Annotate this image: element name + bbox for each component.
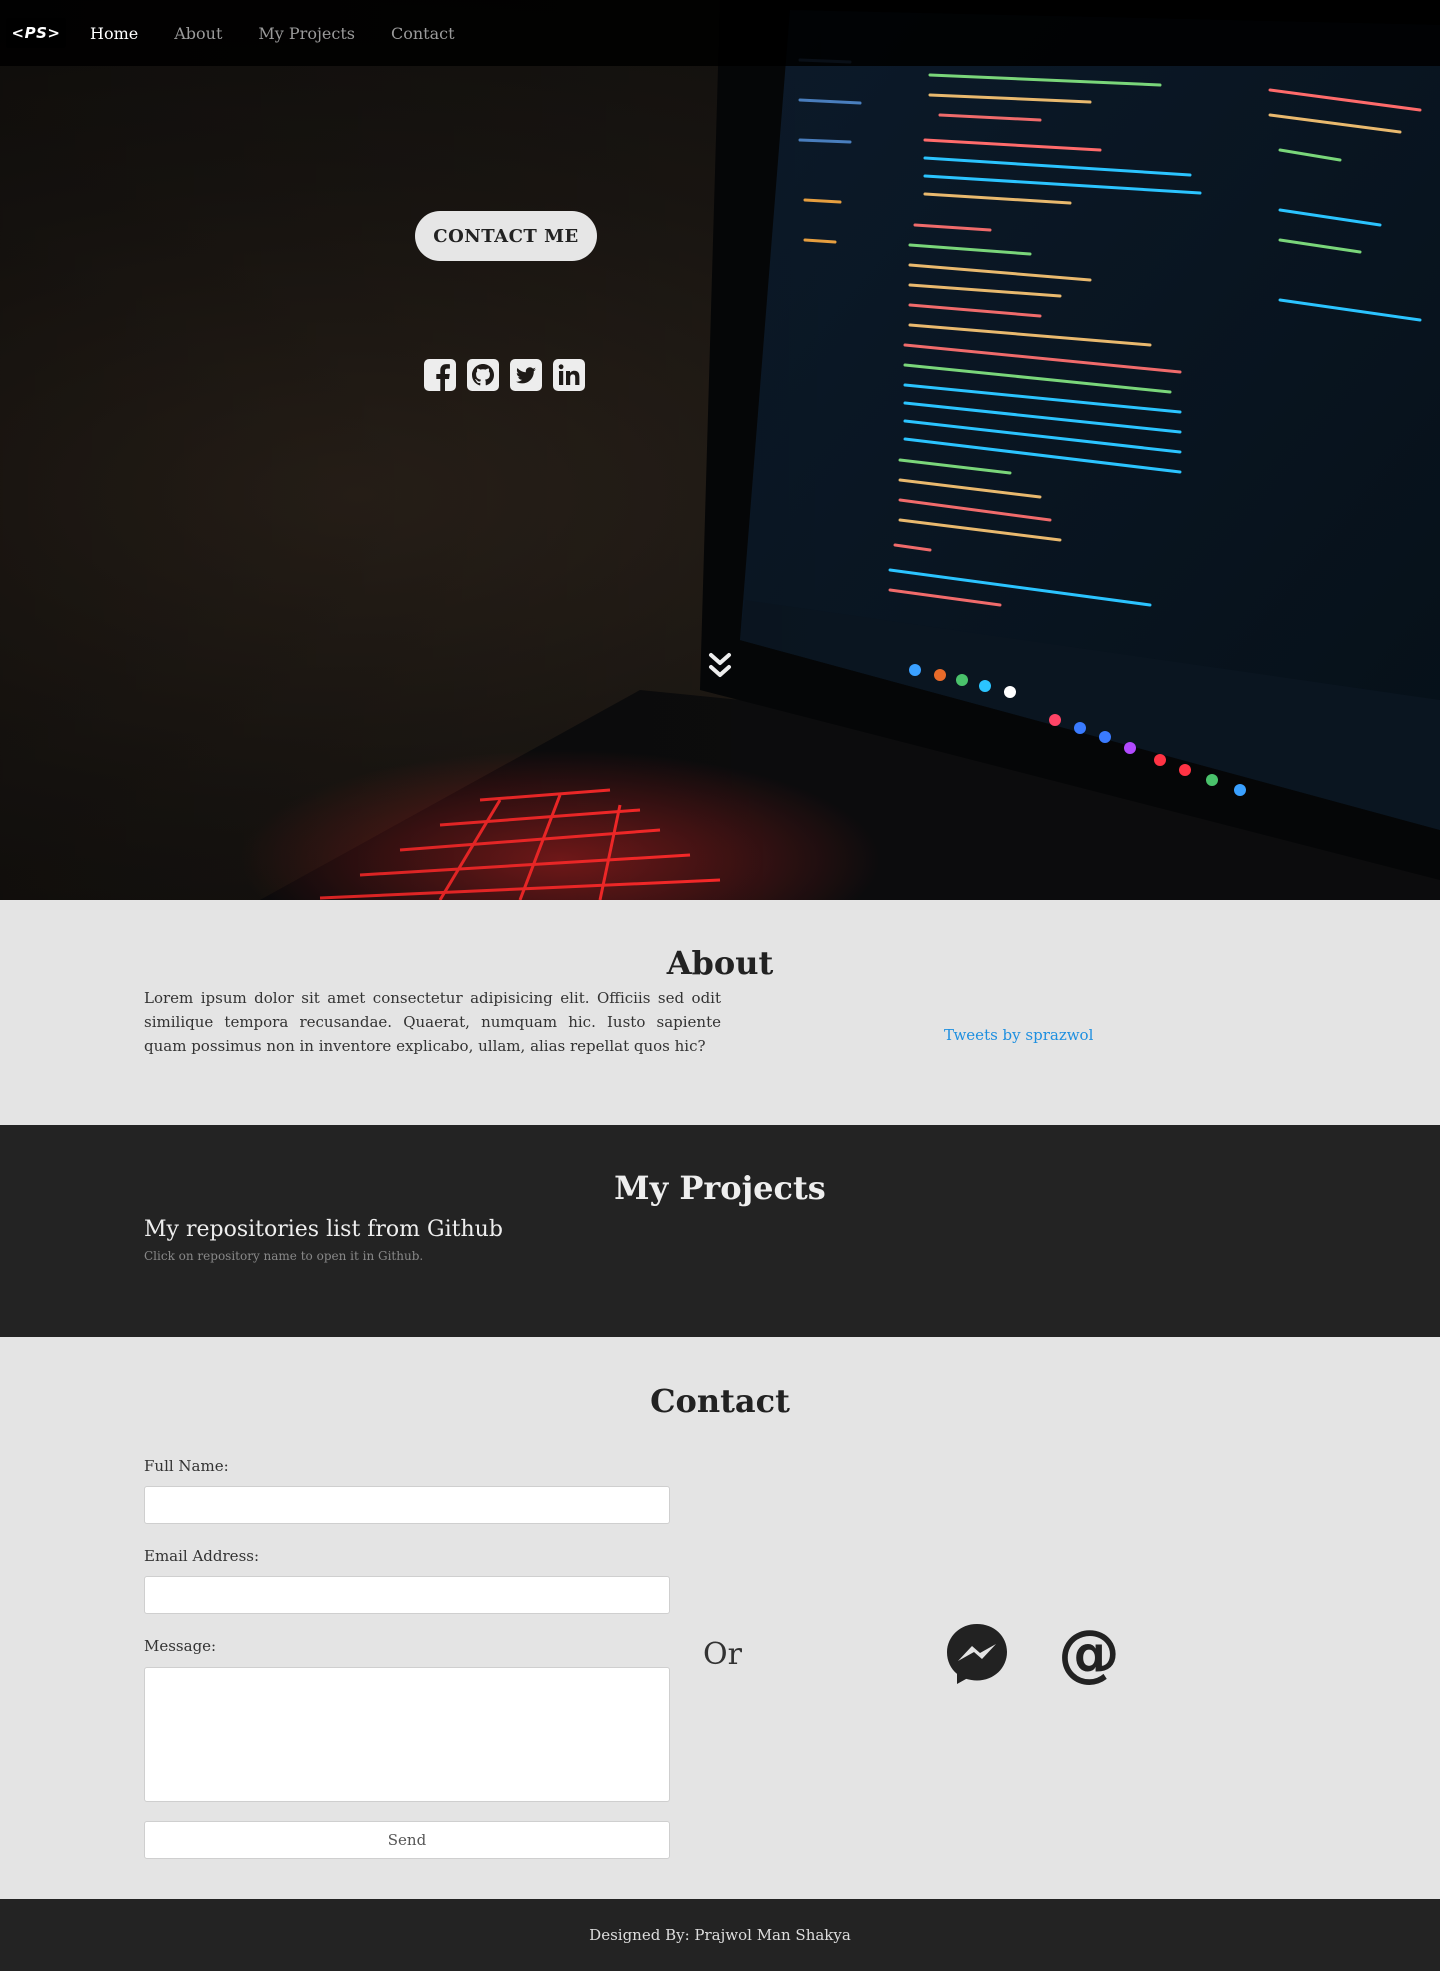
svg-text:@: @ bbox=[1058, 1622, 1120, 1686]
linkedin-icon[interactable] bbox=[552, 358, 586, 392]
brand-text: <PS> bbox=[5, 18, 67, 48]
projects-title: My Projects bbox=[614, 1169, 826, 1207]
full-name-label: Full Name: bbox=[144, 1457, 229, 1475]
repositories-heading: My repositories list from Github bbox=[144, 1217, 503, 1242]
hero-section: CONTACT ME bbox=[0, 0, 1440, 900]
about-section: About Lorem ipsum dolor sit amet consect… bbox=[0, 900, 1440, 1125]
nav-link-home[interactable]: Home bbox=[90, 24, 138, 43]
full-name-input[interactable] bbox=[144, 1486, 670, 1524]
footer-credit: Designed By: Prajwol Man Shakya bbox=[589, 1926, 851, 1944]
contact-section: Contact Full Name: Email Address: Messag… bbox=[0, 1337, 1440, 1899]
about-text: Lorem ipsum dolor sit amet consectetur a… bbox=[144, 989, 721, 1055]
messenger-icon[interactable] bbox=[945, 1622, 1009, 1686]
nav-link-my-projects[interactable]: My Projects bbox=[258, 24, 355, 43]
hero-overlay bbox=[0, 0, 1440, 900]
nav-link-contact[interactable]: Contact bbox=[391, 24, 455, 43]
send-button[interactable]: Send bbox=[144, 1821, 670, 1859]
email-input[interactable] bbox=[144, 1576, 670, 1614]
message-label: Message: bbox=[144, 1637, 217, 1655]
nav-link-about[interactable]: About bbox=[174, 24, 222, 43]
twitter-icon[interactable] bbox=[509, 358, 543, 392]
email-label: Email Address: bbox=[144, 1547, 260, 1565]
tweets-link[interactable]: Tweets by sprazwol bbox=[944, 1026, 1093, 1044]
message-textarea[interactable] bbox=[144, 1667, 670, 1802]
top-navbar: <PS> Home About My Projects Contact bbox=[0, 0, 1440, 66]
github-icon[interactable] bbox=[466, 358, 500, 392]
about-title: About bbox=[666, 944, 774, 982]
contact-title: Contact bbox=[650, 1382, 790, 1420]
email-at-icon[interactable]: @ bbox=[1057, 1622, 1121, 1686]
double-chevron-down-icon[interactable] bbox=[708, 652, 732, 680]
projects-section: My Projects My repositories list from Gi… bbox=[0, 1125, 1440, 1337]
brand-logo[interactable]: <PS> bbox=[5, 0, 67, 66]
page-footer: Designed By: Prajwol Man Shakya bbox=[0, 1899, 1440, 1971]
facebook-icon[interactable] bbox=[423, 358, 457, 392]
contact-me-button[interactable]: CONTACT ME bbox=[415, 211, 597, 261]
repositories-hint: Click on repository name to open it in G… bbox=[144, 1249, 424, 1263]
social-links bbox=[423, 358, 586, 392]
or-divider-text: Or bbox=[703, 1637, 742, 1672]
